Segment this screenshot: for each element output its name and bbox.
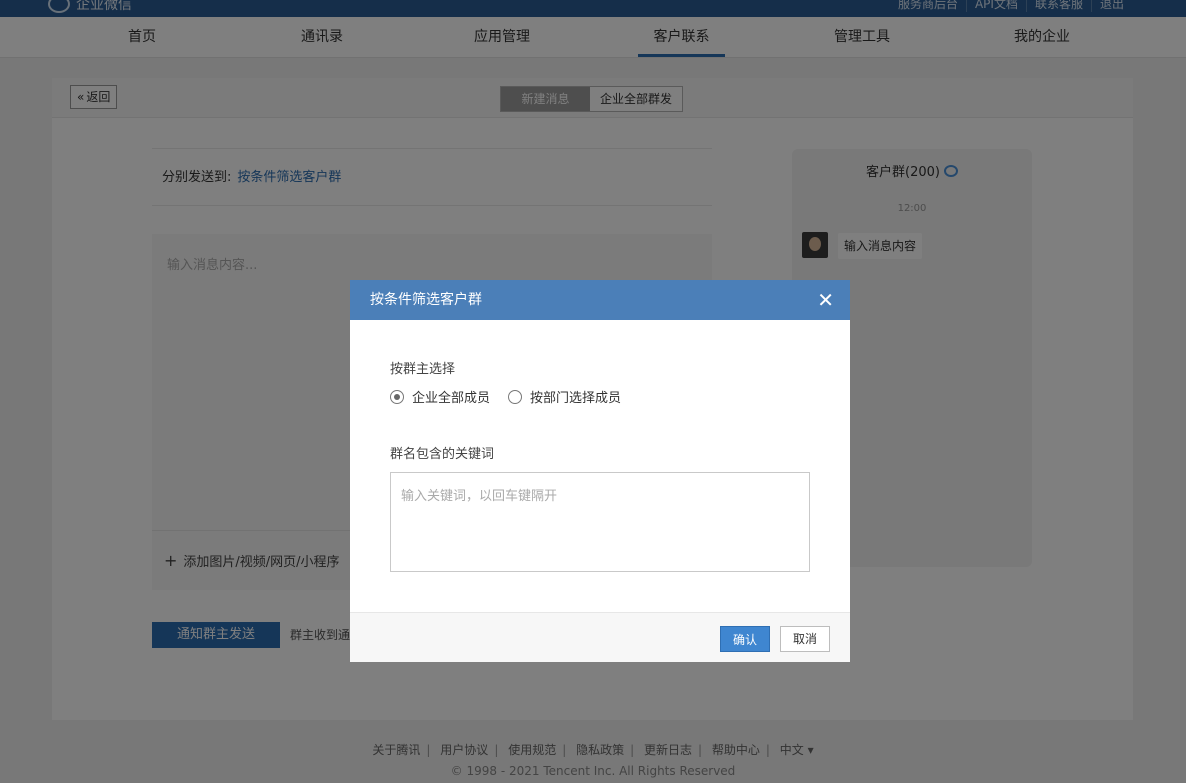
- filter-groups-dialog: 按条件筛选客户群 ✕ 按群主选择 企业全部成员 按部门选择成员 群名包含的关键词…: [350, 280, 850, 662]
- owner-radio-group: 企业全部成员 按部门选择成员: [390, 387, 621, 406]
- dialog-header: 按条件筛选客户群 ✕: [350, 280, 850, 320]
- radio-all-members[interactable]: 企业全部成员: [390, 387, 490, 406]
- radio-selected-icon: [390, 389, 404, 404]
- dialog-footer: 确认 取消: [350, 612, 850, 662]
- keyword-label: 群名包含的关键词: [390, 447, 495, 462]
- owner-select-label: 按群主选择: [390, 362, 456, 377]
- radio-by-department-label: 按部门选择成员: [530, 391, 622, 406]
- radio-unselected-icon: [508, 389, 523, 404]
- cancel-button[interactable]: 取消: [780, 626, 830, 652]
- radio-by-department[interactable]: 按部门选择成员: [508, 387, 621, 406]
- dialog-title: 按条件筛选客户群: [370, 292, 482, 308]
- close-icon[interactable]: ✕: [817, 280, 834, 320]
- confirm-button[interactable]: 确认: [720, 626, 770, 652]
- keyword-input[interactable]: [390, 472, 810, 572]
- radio-all-members-label: 企业全部成员: [412, 391, 491, 406]
